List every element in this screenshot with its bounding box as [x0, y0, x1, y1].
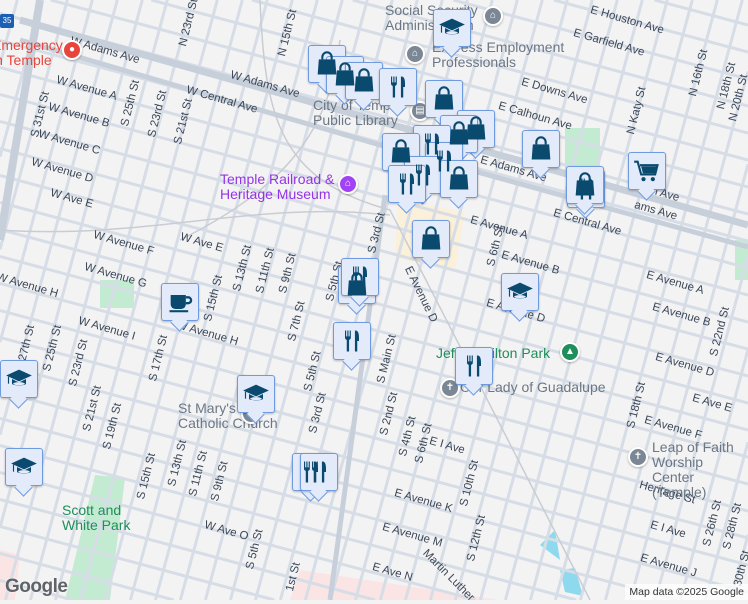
place-label[interactable]: Jeff Hamilton Park — [436, 346, 550, 361]
google-logo: Google — [5, 576, 68, 597]
museum-pin-icon[interactable]: ⌂ — [338, 174, 358, 194]
restaurant-icon — [460, 352, 488, 380]
shopping-marker[interactable] — [425, 80, 463, 118]
map-attribution[interactable]: Map data ©2025 Google — [625, 584, 748, 600]
map-canvas[interactable]: 35 W Adams Ave W Adams Ave W Central Ave W … — [0, 0, 748, 604]
grocery-icon — [633, 157, 661, 185]
shopping-marker[interactable] — [440, 160, 478, 198]
shopping-icon — [445, 120, 473, 148]
shopping-marker[interactable] — [345, 62, 383, 100]
shopping-icon — [571, 171, 599, 199]
restaurant-marker[interactable] — [388, 165, 426, 203]
shopping-marker[interactable] — [412, 220, 450, 258]
place-label[interactable]: Scott and White Park — [62, 503, 130, 533]
restaurant-marker[interactable] — [300, 453, 338, 491]
restaurant-icon — [338, 327, 366, 355]
restaurant-marker[interactable] — [379, 68, 417, 106]
restaurant-marker[interactable] — [341, 258, 379, 296]
place-label[interactable]: Leap of Faith Worship Center (Temple) — [652, 440, 744, 500]
shopping-icon — [527, 135, 555, 163]
coffee-marker[interactable] — [161, 283, 199, 321]
shopping-icon — [350, 67, 378, 95]
education-marker[interactable] — [433, 9, 471, 47]
church-pin-icon[interactable]: ✝ — [628, 447, 648, 467]
government-pin-icon[interactable]: ⌂ — [405, 44, 425, 64]
place-label[interactable]: Emergency in Temple — [0, 38, 63, 68]
government-pin-icon[interactable]: ⌂ — [483, 6, 503, 26]
education-icon — [242, 380, 270, 408]
education-icon — [10, 453, 38, 481]
shopping-icon — [417, 225, 445, 253]
hospital-pin-icon[interactable]: ● — [62, 40, 82, 60]
education-marker[interactable] — [0, 360, 38, 398]
restaurant-marker[interactable] — [333, 322, 371, 360]
place-label[interactable]: Temple Railroad & Heritage Museum — [220, 172, 334, 202]
restaurant-icon — [305, 458, 333, 486]
education-icon — [5, 365, 33, 393]
education-icon — [506, 278, 534, 306]
education-icon — [438, 14, 466, 42]
shopping-icon — [430, 85, 458, 113]
restaurant-icon — [384, 73, 412, 101]
shopping-marker[interactable] — [522, 130, 560, 168]
restaurant-icon — [346, 263, 374, 291]
restaurant-icon — [393, 170, 421, 198]
restaurant-marker[interactable] — [455, 347, 493, 385]
education-marker[interactable] — [5, 448, 43, 486]
shopping-marker[interactable] — [566, 166, 604, 204]
education-marker[interactable] — [501, 273, 539, 311]
coffee-icon — [166, 288, 194, 316]
park-pin-icon[interactable]: ▲ — [560, 342, 580, 362]
interstate-35-shield: 35 — [0, 14, 14, 28]
grocery-marker[interactable] — [628, 152, 666, 190]
shopping-icon — [445, 165, 473, 193]
education-marker[interactable] — [237, 375, 275, 413]
